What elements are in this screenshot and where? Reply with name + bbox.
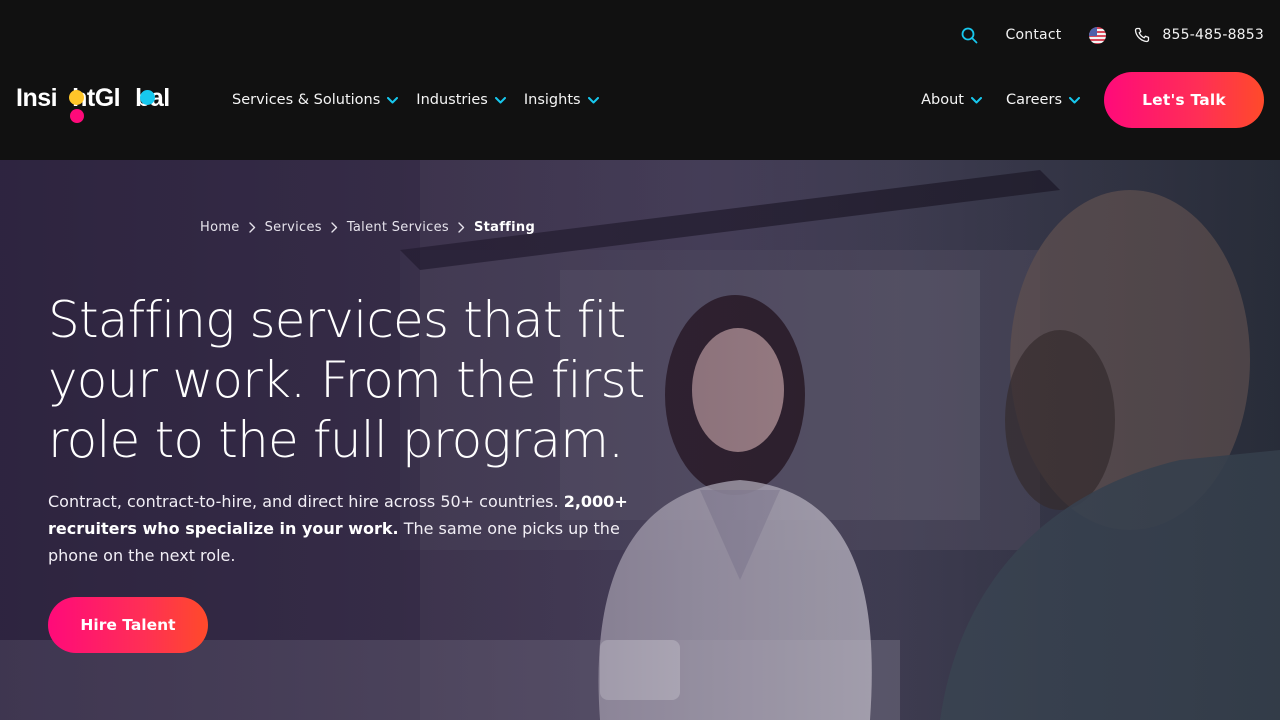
insightglobal-logo[interactable]: InsihtGlbal: [16, 84, 178, 124]
logo-blue-dot: [140, 90, 155, 105]
chevron-down-icon: [587, 92, 599, 108]
nav-careers[interactable]: Careers: [1006, 92, 1080, 108]
region-selector[interactable]: [1089, 26, 1107, 44]
chevron-right-icon: [458, 222, 465, 233]
search-icon: [961, 27, 978, 44]
hire-talent-button[interactable]: Hire Talent: [48, 597, 208, 653]
secondary-nav: About Careers: [921, 88, 1080, 112]
breadcrumb-home[interactable]: Home: [200, 220, 240, 235]
nav-industries[interactable]: Industries: [416, 92, 506, 108]
logo-yellow-dot: [69, 90, 84, 105]
breadcrumb-talent-services[interactable]: Talent Services: [347, 220, 449, 235]
chevron-right-icon: [248, 222, 256, 233]
nav-services-solutions[interactable]: Services & Solutions: [232, 92, 399, 108]
breadcrumb-current: Staffing: [473, 220, 536, 235]
chevron-down-icon: [387, 92, 399, 108]
phone-number: 855-485-8853: [1162, 27, 1264, 43]
chevron-down-icon: [970, 92, 982, 108]
lets-talk-button[interactable]: Let's Talk: [1104, 72, 1264, 128]
us-flag-icon: [1089, 26, 1107, 44]
hero-description: Contract, contract-to-hire, and direct h…: [48, 492, 628, 565]
contact-link[interactable]: Contact: [1006, 27, 1062, 43]
breadcrumb: Home Services Talent Services Staffing: [200, 220, 535, 235]
hero-headline: Staffing services that fit your work. Fr…: [48, 291, 645, 469]
chevron-down-icon: [494, 92, 506, 108]
phone-icon: [1134, 27, 1162, 43]
utility-bar: Contact 855-485-8853: [961, 22, 1264, 48]
chevron-down-icon: [1069, 92, 1080, 108]
primary-nav: Services & Solutions Industries Insights: [232, 88, 599, 112]
nav-about[interactable]: About: [921, 92, 982, 108]
phone-link[interactable]: 855-485-8853: [1134, 27, 1264, 43]
breadcrumb-services[interactable]: Services: [265, 220, 322, 235]
hero-section: Home Services Talent Services Staffing S…: [0, 160, 1280, 720]
chevron-right-icon: [331, 222, 338, 233]
search-button[interactable]: [961, 27, 978, 44]
logo-pink-dot: [70, 109, 84, 123]
site-header: Contact 855-485-8853 InsihtGlbal Service…: [0, 0, 1280, 160]
nav-insights[interactable]: Insights: [524, 92, 599, 108]
